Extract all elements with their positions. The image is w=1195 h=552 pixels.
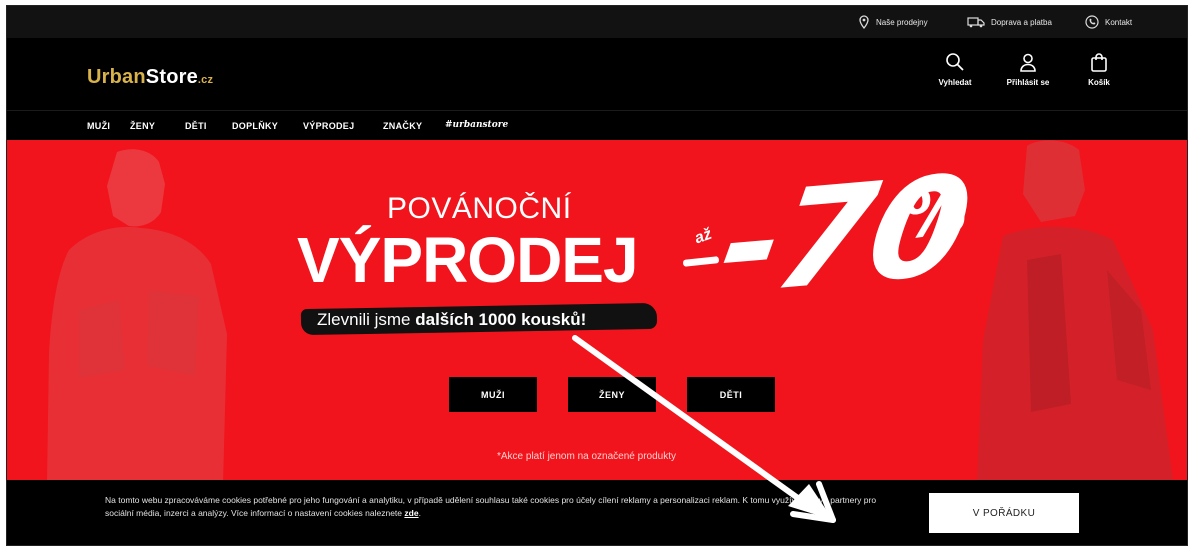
nav-item-women[interactable]: ŽENY [130, 121, 155, 131]
hero-subtitle: POVÁNOČNÍ [387, 192, 572, 225]
search-label: Vyhledat [938, 78, 972, 87]
urbanstore-logo[interactable]: UrbanStore.cz [87, 66, 213, 89]
logo-tld: .cz [197, 74, 214, 86]
utility-bar: Naše prodejny Doprava a platba Kontakt [7, 6, 1187, 38]
nav-item-men[interactable]: MUŽI [87, 121, 110, 131]
login-button[interactable]: Přihlásit se [998, 52, 1058, 87]
cookie-message: Na tomto webu zpracováváme cookies potře… [105, 495, 877, 518]
browser-viewport: Naše prodejny Doprava a platba Kontakt U… [6, 5, 1188, 546]
contact-label: Kontakt [1105, 17, 1133, 27]
nav-item-urbanstore-brand[interactable]: #urbanstore [445, 120, 508, 130]
cart-button[interactable]: Košík [1069, 52, 1129, 87]
stores-label: Naše prodejny [876, 17, 928, 27]
location-pin-icon [859, 15, 869, 29]
cookie-more-link[interactable]: zde [404, 508, 418, 518]
logo-store: Store [145, 66, 198, 88]
cta-kids-button[interactable]: DĚTI [687, 377, 775, 412]
search-button[interactable]: Vyhledat [925, 52, 985, 87]
cookie-banner: Na tomto webu zpracováváme cookies potře… [7, 480, 1187, 545]
dash-stroke [682, 256, 720, 267]
tagline-normal: Zlevnili jsme [317, 310, 416, 329]
hero-tagline: Zlevnili jsme dalších 1000 kousků! [317, 310, 586, 330]
stores-link[interactable]: Naše prodejny [858, 14, 928, 30]
contact-link[interactable]: Kontakt [1085, 14, 1132, 30]
logo-urban: Urban [87, 66, 146, 88]
nav-item-sale[interactable]: VÝPRODEJ [303, 121, 354, 131]
site-header: UrbanStore.cz Vyhledat Přihlásit se Koší… [7, 38, 1187, 110]
search-icon [946, 53, 964, 71]
model-right-image [977, 140, 1173, 480]
hero-banner[interactable]: POVÁNOČNÍ VÝPRODEJ až -70 % Zlevnili jsm… [7, 140, 1187, 480]
truck-icon [967, 17, 985, 28]
model-left-image [47, 149, 227, 480]
nav-item-accessories[interactable]: DOPLŇKY [232, 121, 278, 131]
cookie-text: Na tomto webu zpracováváme cookies potře… [105, 495, 877, 518]
shipping-label: Doprava a platba [991, 17, 1052, 27]
hero-percent: % [898, 171, 972, 255]
hero-title: VÝPRODEJ [297, 224, 639, 296]
main-navigation: MUŽI ŽENY DĚTI DOPLŇKY VÝPRODEJ ZNAČKY #… [7, 110, 1187, 141]
shopping-bag-icon [1091, 53, 1107, 72]
shipping-link[interactable]: Doprava a platba [967, 14, 1052, 30]
tagline-bold: dalších 1000 kousků! [415, 310, 587, 329]
login-label: Přihlásit se [1006, 78, 1050, 87]
cta-men-button[interactable]: MUŽI [449, 377, 537, 412]
hero-az-label: až [692, 225, 715, 248]
cta-women-button[interactable]: ŽENY [568, 377, 656, 412]
phone-icon [1085, 15, 1099, 29]
cookie-accept-button[interactable]: V POŘÁDKU [929, 493, 1079, 533]
nav-item-kids[interactable]: DĚTI [185, 121, 207, 131]
hero-disclaimer: *Akce platí jenom na označené produkty [497, 451, 676, 462]
cart-label: Košík [1088, 78, 1110, 87]
nav-item-brands[interactable]: ZNAČKY [383, 121, 422, 131]
user-icon [1020, 53, 1036, 72]
